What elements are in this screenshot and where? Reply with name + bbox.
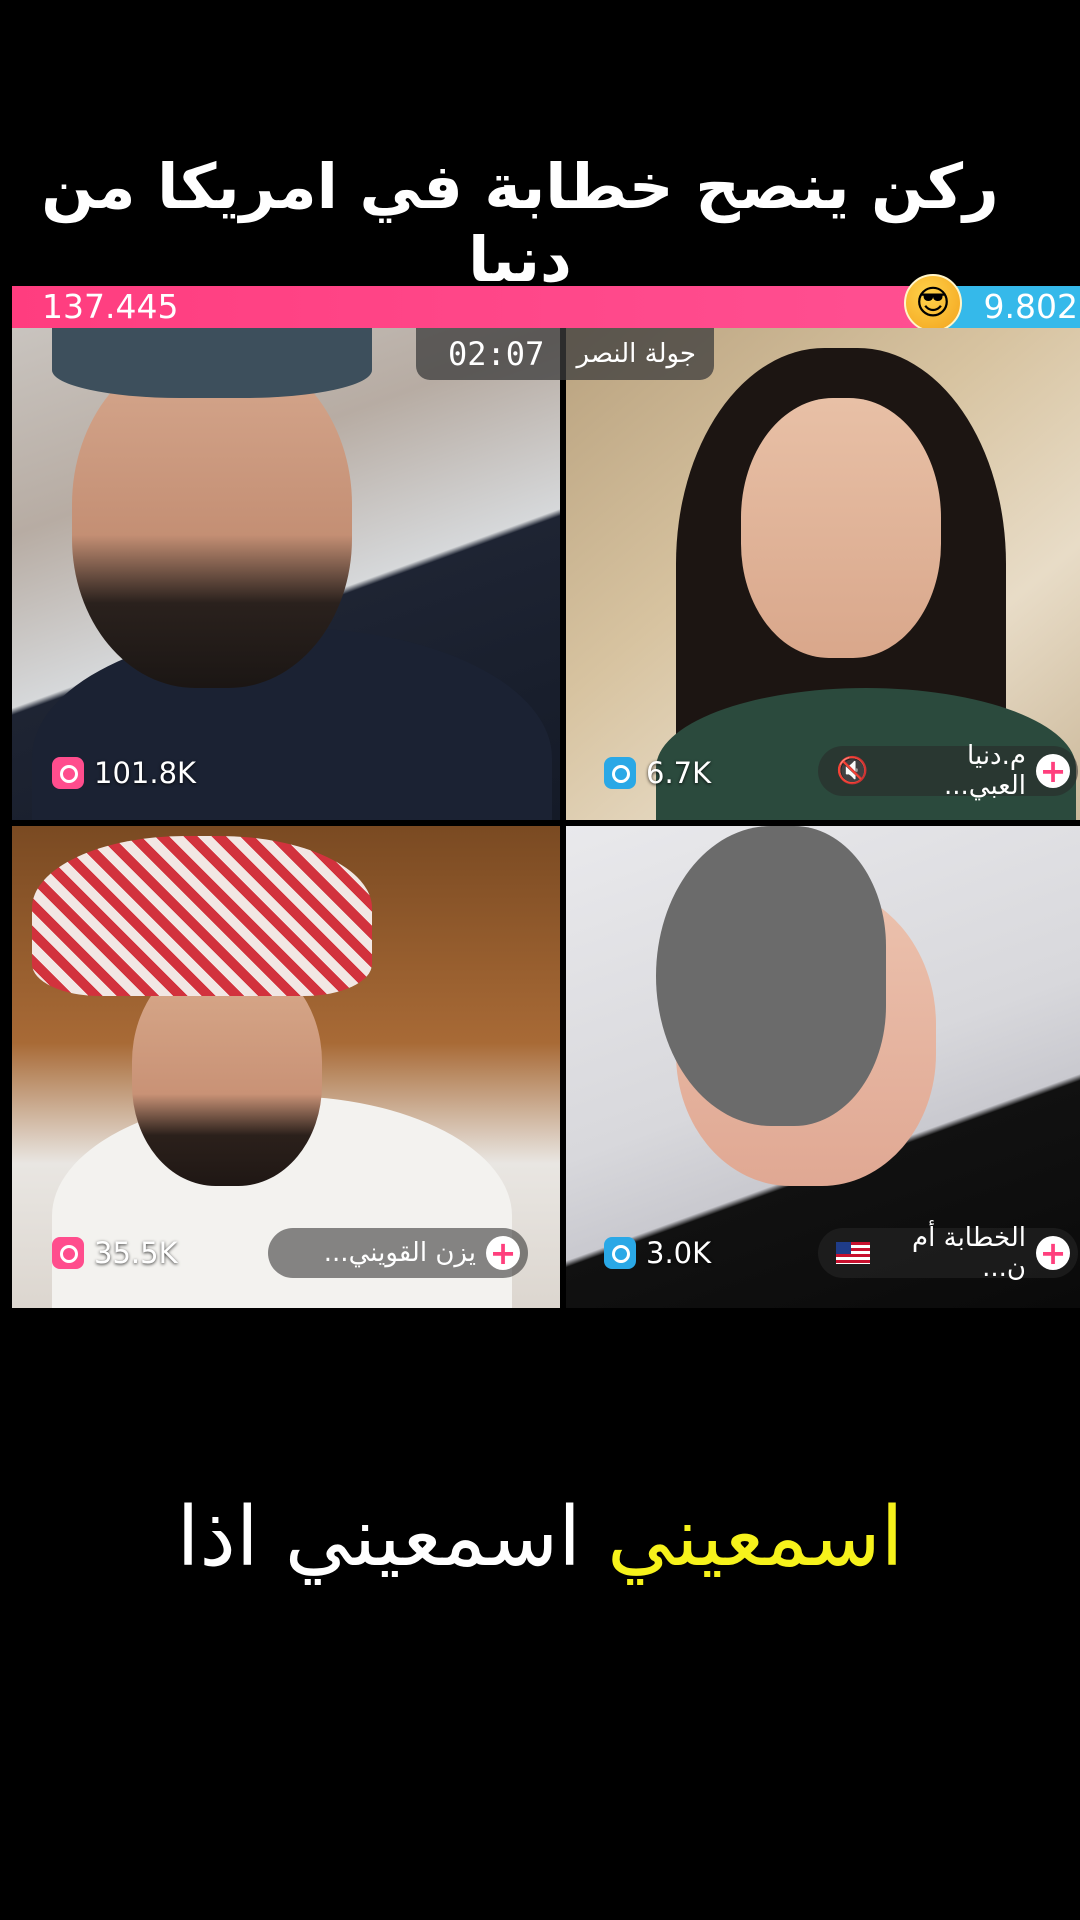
video-tile-4[interactable]: 3.0K + الخطابة أم ن... — [566, 826, 1080, 1308]
video-tile-2[interactable]: 6.7K + م.دنيا العبي... 🔇 — [566, 328, 1080, 820]
video-tile-1[interactable]: 101.8K — [12, 328, 560, 820]
timer-value: 02:07 — [448, 335, 545, 373]
viewer-count-value: 6.7K — [646, 756, 712, 790]
participant-name: الخطابة أم ن... — [912, 1223, 1026, 1283]
video-headline: ركن ينصح خطابة في امريكا من دنيا — [41, 150, 999, 296]
page: ركن ينصح خطابة في امريكا من دنيا 137.445… — [0, 0, 1080, 1920]
gift-icon — [52, 1237, 84, 1269]
caption-highlight: اسمعيني — [607, 1490, 904, 1585]
us-flag-icon — [836, 1242, 870, 1264]
round-label: جولة النصر — [576, 339, 696, 369]
participant-name-pill-2[interactable]: + م.دنيا العبي... 🔇 — [818, 741, 1078, 801]
video-tile-3[interactable]: 35.5K + يزن القويني... — [12, 826, 560, 1308]
caption-subtitle: اسمعيني اسمعيني اذا — [0, 1490, 1080, 1585]
participant-name: يزن القويني... — [323, 1238, 476, 1268]
viewer-count-value: 101.8K — [94, 756, 197, 790]
caption-rest: اسمعيني اذا — [176, 1490, 582, 1585]
viewer-count-1: 101.8K — [52, 756, 196, 790]
participant-shemagh — [32, 836, 372, 996]
follow-plus-icon[interactable]: + — [1036, 754, 1070, 788]
gift-icon — [604, 1237, 636, 1269]
viewer-count-3: 35.5K — [52, 1236, 178, 1270]
participant-name-pill-4[interactable]: + الخطابة أم ن... — [818, 1223, 1078, 1283]
battle-emoji-icon: 😎 — [904, 274, 962, 332]
viewer-count-value: 3.0K — [646, 1236, 712, 1270]
muted-speaker-icon: 🔇 — [836, 756, 869, 786]
participant-name-pill-3[interactable]: + يزن القويني... — [268, 1228, 528, 1278]
participant-cap — [52, 328, 372, 398]
viewer-count-2: 6.7K — [604, 756, 711, 790]
participant-face — [741, 398, 941, 658]
viewer-count-value: 35.5K — [94, 1236, 178, 1270]
follow-plus-icon[interactable]: + — [1036, 1236, 1070, 1270]
left-team-score: 137.445 — [12, 286, 922, 328]
gift-icon — [604, 757, 636, 789]
viewer-count-4: 3.0K — [604, 1236, 711, 1270]
gift-icon — [52, 757, 84, 789]
participant-face — [72, 348, 352, 688]
battle-timer: 02:07 جولة النصر — [416, 328, 714, 380]
live-video-grid: 101.8K 6.7K + م.دنيا العبي... 🔇 35.5K + … — [12, 328, 1080, 1308]
participant-turban — [656, 826, 886, 1126]
follow-plus-icon[interactable]: + — [486, 1236, 520, 1270]
participant-name: م.دنيا العبي... — [944, 741, 1026, 801]
